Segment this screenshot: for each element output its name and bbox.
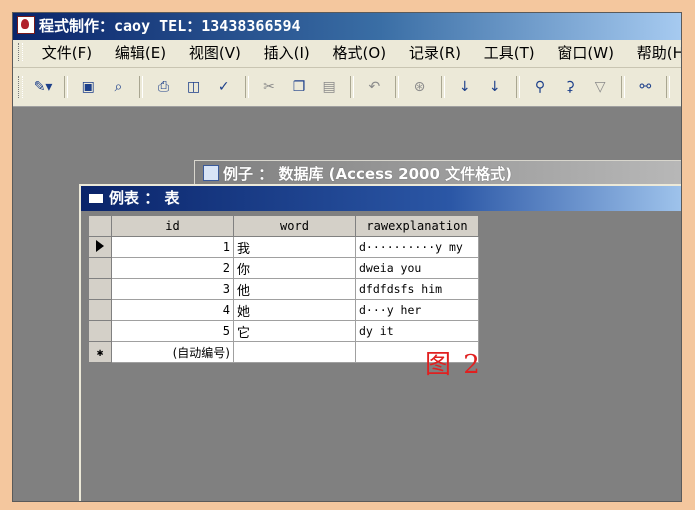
toolbar-separator <box>515 76 520 98</box>
toolbar-separator <box>139 76 144 98</box>
apply-filter-icon[interactable]: ▽ <box>589 76 611 98</box>
new-record-icon[interactable]: ▸✱ <box>680 76 681 98</box>
menu-file[interactable]: 文件(F) <box>34 40 102 67</box>
spelling-icon[interactable]: ✓ <box>213 76 235 98</box>
record-selector-current[interactable] <box>88 236 112 258</box>
access-window: 程式制作：caoy TEL：13438366594 文件(F) 编辑(E) 视图… <box>12 12 682 502</box>
toolbar: ✎▾ ▣ ⌕ ⎙ ◫ ✓ ✂ ❐ ▤ ↶ ⊛ ↓ ↓ ⚲ ⚳ ▽ ⚯ ▸✱ ▸✕ <box>13 68 681 107</box>
design-view-icon[interactable]: ✎▾ <box>32 76 54 98</box>
toolbar-separator <box>395 76 400 98</box>
paste-icon[interactable]: ▤ <box>318 76 340 98</box>
table-row[interactable]: 5 它 dy it <box>88 320 479 342</box>
menu-window[interactable]: 窗口(W) <box>549 40 624 67</box>
toolbar-separator <box>440 76 445 98</box>
cell-rawexplanation[interactable]: d··········y my <box>355 236 479 258</box>
new-record-marker-icon[interactable]: ✱ <box>88 341 112 363</box>
menu-insert[interactable]: 插入(I) <box>256 40 320 67</box>
database-icon <box>203 165 219 181</box>
menu-tools[interactable]: 工具(T) <box>476 40 545 67</box>
toolbar-separator <box>244 76 249 98</box>
find-icon[interactable]: ⚯ <box>634 76 656 98</box>
cell-word[interactable]: 你 <box>233 257 356 279</box>
cell-word-new[interactable] <box>233 341 356 363</box>
cell-id[interactable]: 4 <box>111 299 234 321</box>
new-record-row[interactable]: ✱ (自动编号) <box>88 341 479 363</box>
column-header-rawexplanation[interactable]: rawexplanation <box>355 215 479 237</box>
sort-ascending-icon[interactable]: ↓ <box>454 76 476 98</box>
menu-edit[interactable]: 编辑(E) <box>107 40 176 67</box>
record-selector[interactable] <box>88 299 112 321</box>
datasheet-grid: id word rawexplanation 1 我 d··········y … <box>88 215 479 363</box>
database-window-title-text: 例子 ： 数据库 (Access 2000 文件格式) <box>223 165 512 183</box>
select-all-corner[interactable] <box>88 215 112 237</box>
undo-icon[interactable]: ↶ <box>363 76 385 98</box>
cell-word[interactable]: 他 <box>233 278 356 300</box>
table-row[interactable]: 2 你 dweia you <box>88 257 479 279</box>
record-selector[interactable] <box>88 278 112 300</box>
cell-id-autonumber[interactable]: (自动编号) <box>111 341 234 363</box>
print-icon[interactable]: ⎙ <box>153 76 175 98</box>
column-header-row: id word rawexplanation <box>88 215 479 237</box>
toolbar-separator <box>350 76 355 98</box>
cell-id[interactable]: 2 <box>111 257 234 279</box>
column-header-id[interactable]: id <box>111 215 234 237</box>
hyperlink-icon[interactable]: ⊛ <box>409 76 431 98</box>
title-bar: 程式制作：caoy TEL：13438366594 <box>13 13 681 40</box>
table-icon <box>88 190 104 204</box>
cut-icon[interactable]: ✂ <box>258 76 280 98</box>
cell-id[interactable]: 1 <box>111 236 234 258</box>
table-row[interactable]: 3 他 dfdfdsfs him <box>88 278 479 300</box>
cell-id[interactable]: 5 <box>111 320 234 342</box>
save-icon[interactable]: ▣ <box>77 76 99 98</box>
cell-rawexplanation[interactable]: d···y her <box>355 299 479 321</box>
toolbar-separator <box>621 76 626 98</box>
toolbar-separator <box>64 76 69 98</box>
menu-bar: 文件(F) 编辑(E) 视图(V) 插入(I) 格式(O) 记录(R) 工具(T… <box>13 40 681 68</box>
column-header-word[interactable]: word <box>233 215 356 237</box>
cell-rawexplanation[interactable]: dweia you <box>355 257 479 279</box>
toolbar-grip <box>18 76 23 98</box>
cell-word[interactable]: 我 <box>233 236 356 258</box>
cell-word[interactable]: 它 <box>233 320 356 342</box>
filter-by-selection-icon[interactable]: ⚲ <box>529 76 551 98</box>
table-row[interactable]: 1 我 d··········y my <box>88 236 479 258</box>
copy-icon[interactable]: ❐ <box>288 76 310 98</box>
menu-format[interactable]: 格式(O) <box>325 40 397 67</box>
table-window: 例表 ： 表 id word rawexplanation 1 我 d·····… <box>79 184 681 501</box>
filter-by-form-icon[interactable]: ⚳ <box>559 76 581 98</box>
menu-help[interactable]: 帮助(H) <box>629 40 681 67</box>
figure-annotation: 图 2 <box>425 350 482 380</box>
record-selector[interactable] <box>88 320 112 342</box>
cell-rawexplanation[interactable]: dfdfdsfs him <box>355 278 479 300</box>
find-file-icon[interactable]: ⌕ <box>107 76 129 98</box>
record-selector[interactable] <box>88 257 112 279</box>
current-record-arrow-icon <box>96 239 104 252</box>
toolbar-separator <box>666 76 671 98</box>
table-window-title: 例表 ： 表 <box>81 186 681 211</box>
cell-word[interactable]: 她 <box>233 299 356 321</box>
table-window-title-text: 例表 ： 表 <box>109 189 180 207</box>
table-row[interactable]: 4 她 d···y her <box>88 299 479 321</box>
app-icon <box>17 16 35 34</box>
window-title: 程式制作：caoy TEL：13438366594 <box>39 17 301 35</box>
menu-view[interactable]: 视图(V) <box>181 40 251 67</box>
cell-id[interactable]: 3 <box>111 278 234 300</box>
menu-records[interactable]: 记录(R) <box>401 40 471 67</box>
print-preview-icon[interactable]: ◫ <box>183 76 205 98</box>
menu-grip <box>18 43 23 61</box>
sort-descending-icon[interactable]: ↓ <box>484 76 506 98</box>
cell-rawexplanation[interactable]: dy it <box>355 320 479 342</box>
